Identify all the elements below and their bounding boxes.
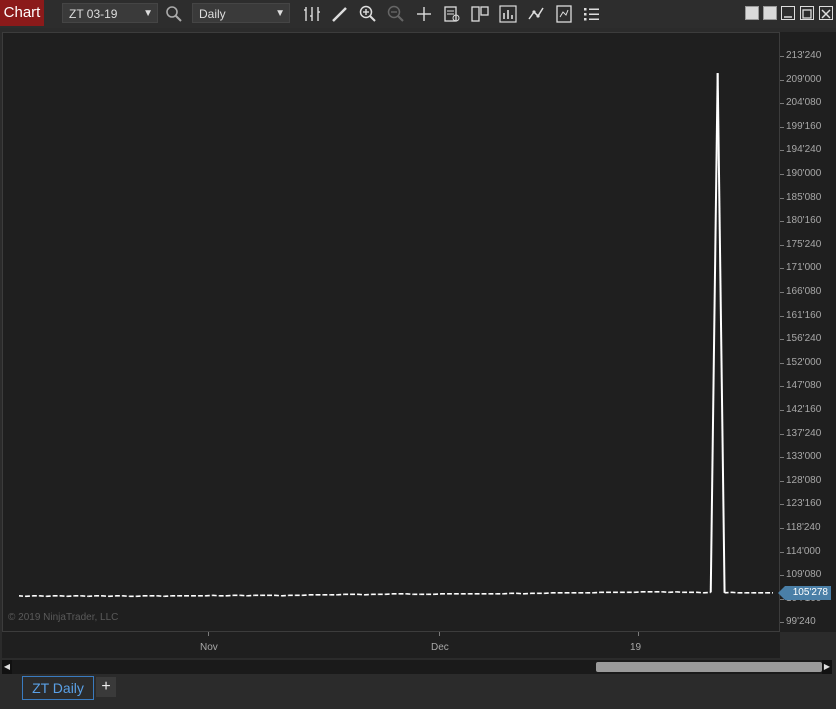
y-tick-label: 152'000 (786, 356, 822, 368)
bars-type-icon[interactable] (302, 4, 322, 24)
chart-menu-button[interactable]: Chart (0, 0, 44, 26)
data-box-icon[interactable] (442, 4, 462, 24)
interval-value: Daily (199, 7, 226, 21)
tile-icon[interactable] (745, 6, 759, 20)
y-tick-mark (780, 292, 784, 293)
drawing-tool-icon[interactable] (330, 4, 350, 24)
y-tick-label: 137'240 (786, 427, 822, 439)
y-tick-label: 204'080 (786, 97, 822, 109)
y-tick-mark (780, 150, 784, 152)
price-line-segment (716, 73, 726, 593)
x-tick-label: Dec (431, 642, 449, 653)
y-tick-label: 175'240 (786, 238, 822, 250)
chart-tab-bar: ZT Daily + (0, 676, 836, 709)
minimize-icon[interactable] (781, 6, 795, 20)
y-tick-label: 128'080 (786, 474, 822, 486)
crosshair-icon[interactable] (414, 4, 434, 24)
y-tick-mark (780, 174, 784, 175)
y-tick-mark (780, 433, 784, 435)
y-tick-label: 142'160 (786, 404, 822, 415)
x-tick-label: 19 (630, 642, 642, 653)
tile-icon[interactable] (763, 6, 777, 20)
x-tick-label: Nov (200, 642, 218, 653)
templates-icon[interactable] (470, 4, 490, 24)
y-tick-mark (780, 457, 784, 459)
indicators-icon[interactable] (498, 4, 518, 24)
y-tick-mark (780, 339, 784, 341)
y-tick-label: 199'160 (786, 120, 822, 132)
y-tick-mark (780, 126, 784, 128)
chart-trader-icon[interactable] (582, 4, 602, 24)
add-tab-button[interactable]: + (96, 677, 116, 697)
price-plot (18, 73, 773, 598)
x-tick-mark (208, 632, 209, 636)
strategies-icon[interactable] (526, 4, 546, 24)
last-price-marker: 105'278 (778, 586, 831, 600)
x-tick-mark (638, 632, 639, 636)
chart-panel[interactable] (2, 32, 780, 632)
time-axis[interactable]: Nov Dec 19 (2, 632, 780, 658)
y-tick-label: 209'000 (786, 73, 822, 85)
chevron-down-icon: ▼ (143, 8, 153, 19)
instrument-value: ZT 03-19 (69, 7, 118, 21)
y-tick-label: 190'000 (786, 168, 822, 179)
y-tick-label: 99'240 (786, 616, 816, 628)
y-tick-label: 171'000 (786, 262, 822, 274)
y-tick-label: 213'240 (786, 50, 822, 61)
chevron-down-icon: ▼ (275, 8, 285, 19)
interval-selector[interactable]: Daily ▼ (192, 3, 290, 23)
price-axis[interactable]: 213'240 209'000 204'080 199'160 194'240 190'0… (780, 32, 836, 632)
y-tick-mark (780, 244, 784, 246)
y-tick-label: 109'080 (786, 569, 822, 581)
y-tick-mark (780, 221, 784, 223)
y-tick-label: 133'000 (786, 451, 822, 463)
instrument-selector[interactable]: ZT 03-19 ▼ (62, 3, 158, 23)
y-tick-mark (780, 56, 784, 57)
y-tick-label: 123'160 (786, 498, 822, 510)
maximize-icon[interactable] (800, 6, 814, 20)
y-tick-mark (780, 575, 784, 577)
y-tick-label: 180'160 (786, 215, 822, 227)
zoom-in-icon[interactable] (358, 4, 378, 24)
y-tick-label: 161'160 (786, 309, 822, 321)
y-tick-mark (780, 268, 784, 270)
y-tick-label: 118'240 (786, 522, 821, 533)
chart-toolbar: Chart ZT 03-19 ▼ Daily ▼ (0, 0, 836, 28)
tab-zt-daily[interactable]: ZT Daily (22, 676, 94, 700)
horizontal-scrollbar[interactable]: ◀ ▶ (2, 660, 832, 674)
y-tick-label: 166'080 (786, 286, 822, 297)
scroll-left-icon[interactable]: ◀ (2, 660, 12, 674)
y-tick-mark (780, 551, 784, 553)
y-tick-mark (780, 528, 784, 529)
scroll-right-icon[interactable]: ▶ (822, 660, 832, 674)
scrollbar-thumb[interactable] (596, 662, 822, 672)
price-line-segment (709, 73, 719, 593)
y-tick-mark (780, 362, 784, 364)
y-tick-label: 114'000 (786, 545, 821, 557)
y-tick-label: 147'080 (786, 380, 822, 392)
zoom-out-icon[interactable] (386, 4, 406, 24)
search-icon[interactable] (164, 4, 184, 24)
y-tick-mark (780, 197, 784, 199)
y-tick-mark (780, 103, 784, 105)
y-tick-label: 194'240 (786, 144, 822, 156)
y-tick-mark (780, 622, 784, 624)
properties-icon[interactable] (554, 4, 574, 24)
close-icon[interactable] (819, 6, 833, 20)
y-tick-label: 185'080 (786, 191, 822, 203)
x-tick-mark (439, 632, 440, 636)
y-tick-mark (780, 504, 784, 506)
y-tick-label: 156'240 (786, 333, 822, 345)
y-tick-mark (780, 315, 784, 317)
y-tick-mark (780, 386, 784, 388)
y-tick-mark (780, 410, 784, 411)
copyright-text: © 2019 NinjaTrader, LLC (8, 612, 119, 623)
y-tick-mark (780, 79, 784, 81)
y-tick-mark (780, 480, 784, 482)
